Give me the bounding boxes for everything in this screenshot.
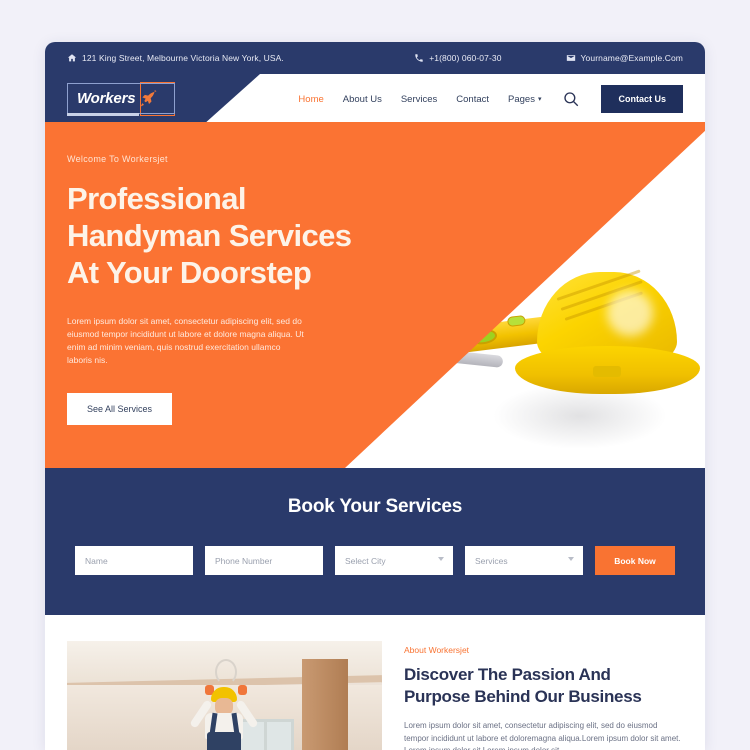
topbar-email-text: Yourname@Example.Com — [580, 53, 683, 63]
about-section: About Workersjet Discover The Passion An… — [45, 615, 705, 750]
about-heading-line-1: Discover The Passion And — [404, 665, 611, 684]
nav-item-pages[interactable]: Pages ▾ — [508, 94, 541, 105]
nav-item-contact-label: Contact — [456, 93, 490, 105]
logo-underline — [67, 113, 139, 116]
hero-heading-line-2: Handyman Services — [67, 218, 352, 253]
booking-name-input[interactable]: Name — [75, 546, 193, 575]
booking-name-placeholder: Name — [85, 555, 108, 566]
booking-section: Book Your Services Name Phone Number Sel… — [45, 468, 705, 615]
envelope-icon — [566, 53, 576, 63]
booking-city-select[interactable]: Select City — [335, 546, 453, 575]
booking-services-select[interactable]: Services — [465, 546, 583, 575]
main-navigation: Workers Home About Us Services Contact P… — [45, 74, 705, 124]
nav-item-services[interactable]: Services — [401, 94, 437, 105]
hero-eyebrow: Welcome To Workersjet — [67, 154, 168, 164]
hero-heading: Professional Handyman Services At Your D… — [67, 180, 457, 291]
nav-item-pages-label: Pages — [508, 93, 535, 105]
yellow-hard-hat — [515, 269, 700, 402]
topbar-address-text: 121 King Street, Melbourne Victoria New … — [82, 53, 284, 63]
chevron-down-icon — [568, 557, 574, 561]
topbar-email[interactable]: Yourname@Example.Com — [566, 53, 683, 63]
booking-services-placeholder: Services — [475, 555, 508, 566]
book-now-button[interactable]: Book Now — [595, 546, 675, 575]
booking-phone-placeholder: Phone Number — [215, 555, 273, 566]
hero-paragraph: Lorem ipsum dolor sit amet, consectetur … — [67, 316, 304, 365]
phone-icon — [414, 53, 424, 63]
hero-content: Welcome To Workersjet Professional Handy… — [67, 154, 457, 425]
topbar-phone[interactable]: +1(800) 060-07-30 — [414, 53, 501, 63]
nav-item-about-us-label: About Us — [342, 93, 382, 105]
search-icon[interactable] — [562, 90, 580, 108]
nav-item-home[interactable]: Home — [298, 94, 323, 105]
jet-icon — [139, 89, 159, 109]
chevron-down-icon — [438, 557, 444, 561]
contact-us-button[interactable]: Contact Us — [601, 85, 683, 113]
about-heading: Discover The Passion And Purpose Behind … — [404, 664, 683, 708]
nav-item-contact[interactable]: Contact — [456, 94, 489, 105]
logo-text: Workers — [77, 90, 136, 107]
booking-phone-input[interactable]: Phone Number — [205, 546, 323, 575]
hero-heading-line-3: At Your Doorstep — [67, 255, 312, 290]
nav-item-services-label: Services — [400, 93, 438, 105]
about-eyebrow: About Workersjet — [404, 645, 470, 655]
about-image-electrician — [67, 641, 382, 750]
top-info-bar: 121 King Street, Melbourne Victoria New … — [45, 42, 705, 74]
booking-title: Book Your Services — [287, 496, 463, 517]
about-heading-line-2: Purpose Behind Our Business — [404, 687, 642, 706]
home-icon — [67, 53, 77, 63]
hero-section: Welcome To Workersjet Professional Handy… — [45, 124, 705, 468]
booking-city-placeholder: Select City — [345, 555, 386, 566]
site-logo[interactable]: Workers — [67, 83, 175, 114]
website-mockup: 121 King Street, Melbourne Victoria New … — [45, 42, 705, 750]
see-all-services-button[interactable]: See All Services — [67, 393, 173, 425]
nav-item-about-us[interactable]: About Us — [343, 94, 382, 105]
about-paragraph: Lorem ipsum dolor sit amet, consectetur … — [404, 721, 681, 750]
topbar-phone-text: +1(800) 060-07-30 — [429, 53, 502, 63]
topbar-address: 121 King Street, Melbourne Victoria New … — [67, 53, 284, 63]
about-text: About Workersjet Discover The Passion An… — [404, 641, 683, 750]
nav-item-home-label: Home — [298, 93, 324, 105]
chevron-down-icon: ▾ — [537, 96, 542, 103]
nav-menu: Home About Us Services Contact Pages ▾ C… — [298, 74, 683, 124]
booking-form: Name Phone Number Select City Services B… — [75, 546, 675, 575]
hero-heading-line-1: Professional — [67, 181, 246, 216]
